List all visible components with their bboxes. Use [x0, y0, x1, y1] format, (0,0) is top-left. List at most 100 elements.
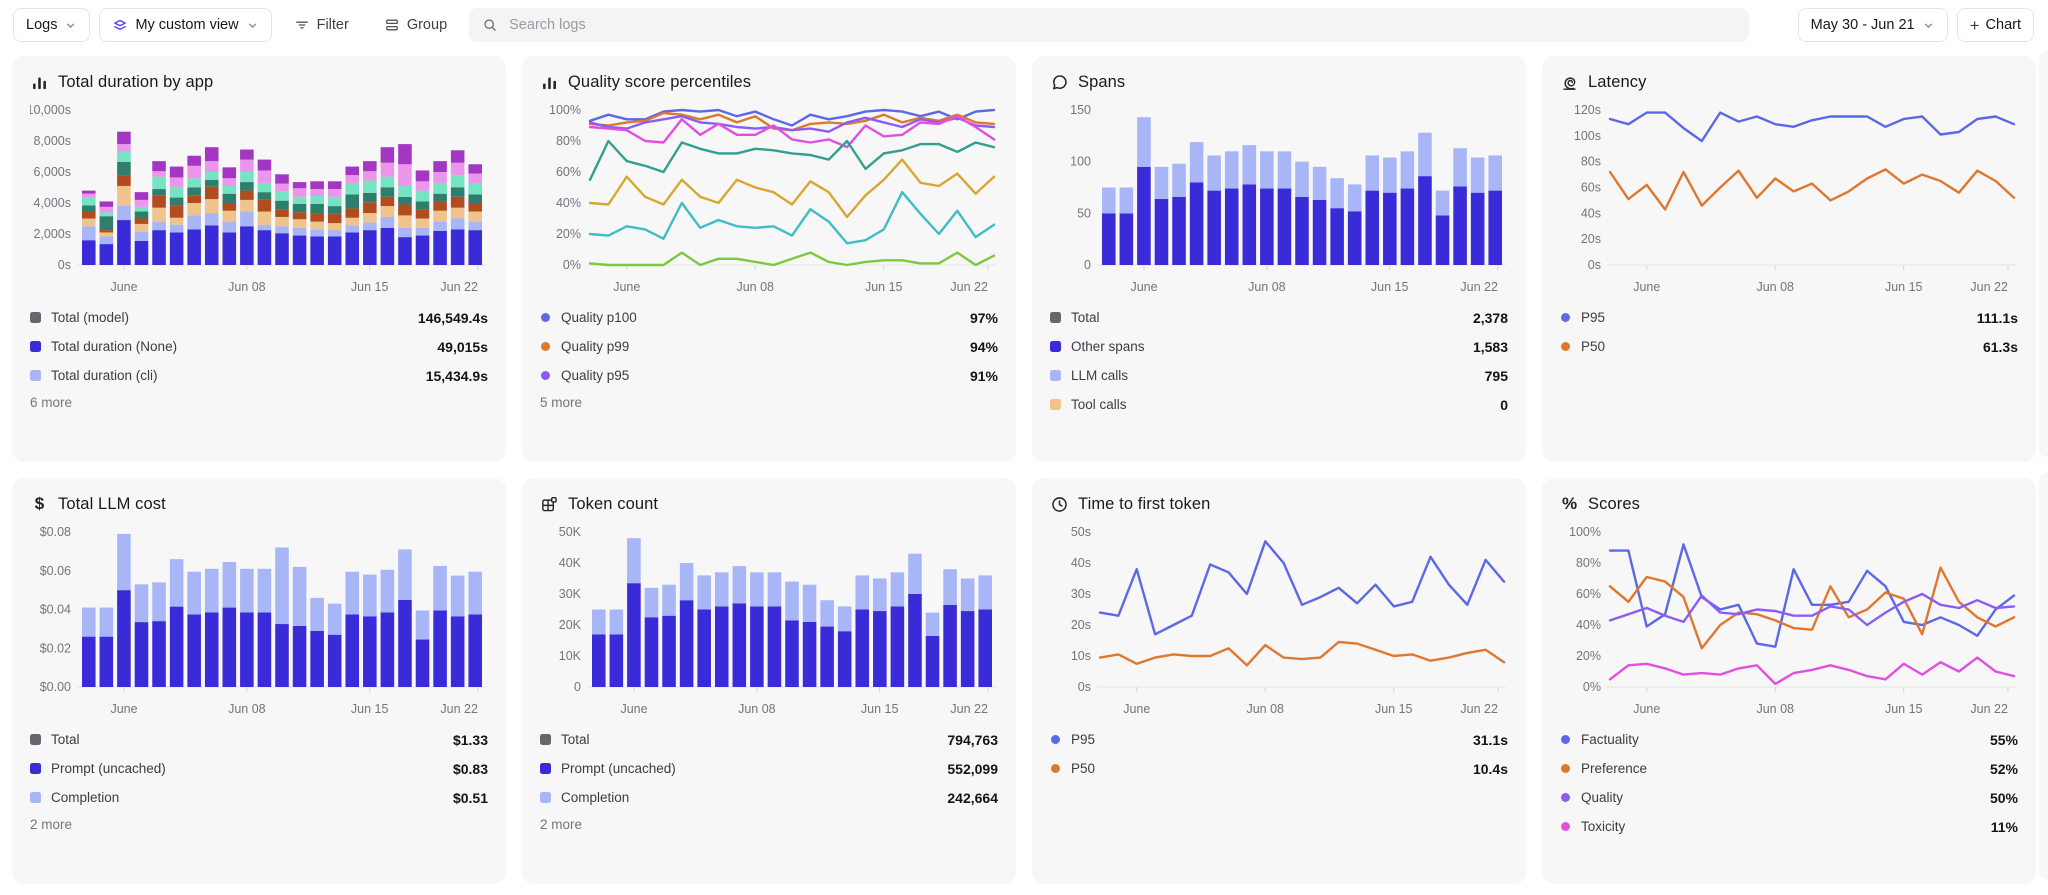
legend-row[interactable]: Total794,763 — [540, 725, 998, 754]
stacked-bar-chart[interactable]: 150100500JuneJun 08Jun 15Jun 22 — [1050, 97, 1508, 297]
legend-label: P50 — [1071, 761, 1463, 776]
legend-row[interactable]: Total duration (None)49,015s — [30, 332, 488, 361]
legend-more[interactable]: 2 more — [540, 812, 998, 836]
bar-segment — [381, 197, 395, 206]
bar-segment — [205, 213, 219, 225]
legend-row[interactable]: Quality50% — [1560, 783, 2018, 812]
line-chart[interactable]: 50s40s30s20s10s0sJuneJun 08Jun 15Jun 22 — [1050, 519, 1508, 719]
bar-segment — [170, 232, 184, 265]
bar-segment — [310, 229, 324, 236]
view-stack-icon — [112, 17, 128, 33]
line-chart[interactable]: 100%80%60%40%20%0%JuneJun 08Jun 15Jun 22 — [1560, 519, 2018, 719]
search-input[interactable] — [507, 16, 1735, 34]
legend-row[interactable]: P5010.4s — [1050, 754, 1508, 783]
bar-segment — [433, 222, 447, 231]
bar-segment — [170, 177, 184, 186]
legend-row[interactable]: Total duration (cli)15,434.9s — [30, 361, 488, 390]
legend-marker — [1561, 313, 1570, 322]
bar-segment — [135, 232, 149, 241]
search-box[interactable] — [469, 8, 1748, 42]
card-title: Spans — [1078, 73, 1125, 92]
legend-row[interactable]: Quality p10097% — [540, 303, 998, 332]
bar-segment — [100, 201, 114, 206]
legend-row[interactable]: Quality p9591% — [540, 361, 998, 390]
bar-segment — [82, 608, 96, 637]
stacked-bar-chart[interactable]: 50K40K30K20K10K0JuneJun 08Jun 15Jun 22 — [540, 519, 998, 719]
bar-segment — [645, 588, 659, 617]
svg-text:Jun 22: Jun 22 — [440, 280, 478, 294]
bar-segment — [768, 606, 782, 687]
bar-segment — [1207, 155, 1221, 190]
legend-row[interactable]: Completion$0.51 — [30, 783, 488, 812]
legend-more[interactable]: 6 more — [30, 390, 488, 414]
legend-row[interactable]: Completion242,664 — [540, 783, 998, 812]
bar-segment — [733, 603, 747, 687]
filter-button[interactable]: Filter — [281, 8, 362, 42]
legend-label: Quality p99 — [561, 339, 960, 354]
line-chart[interactable]: 100%80%60%40%20%0%JuneJun 08Jun 15Jun 22 — [540, 97, 998, 297]
bar-segment — [803, 622, 817, 687]
stacked-bar-chart[interactable]: $0.08$0.06$0.04$0.02$0.00JuneJun 08Jun 1… — [30, 519, 488, 719]
legend-row[interactable]: P5061.3s — [1560, 332, 2018, 361]
legend-more[interactable]: 2 more — [30, 812, 488, 836]
bar-segment — [100, 212, 114, 216]
bar-segment — [187, 229, 201, 265]
data-line — [1610, 594, 2014, 625]
svg-text:Jun 08: Jun 08 — [1756, 702, 1794, 716]
bar-segment — [1295, 162, 1309, 197]
legend-row[interactable]: Preference52% — [1560, 754, 2018, 783]
bar-segment — [433, 566, 447, 611]
legend-row[interactable]: Total$1.33 — [30, 725, 488, 754]
stacked-bar-chart[interactable]: 10,000s8,000s6,000s4,000s2,000s0sJuneJun… — [30, 97, 488, 297]
svg-text:Jun 22: Jun 22 — [1460, 280, 1498, 294]
bar-segment — [223, 194, 237, 203]
legend-row[interactable]: Other spans1,583 — [1050, 332, 1508, 361]
bar-segment — [258, 225, 272, 230]
legend-marker — [1561, 822, 1570, 831]
svg-text:10s: 10s — [1071, 649, 1091, 663]
bar-segment — [1330, 208, 1344, 265]
svg-text:80%: 80% — [1576, 556, 1601, 570]
legend-row[interactable]: P9531.1s — [1050, 725, 1508, 754]
add-chart-button[interactable]: + Chart — [1957, 8, 2034, 42]
bar-segment — [82, 240, 96, 265]
legend-label: Prompt (uncached) — [51, 761, 443, 776]
bar-segment — [610, 610, 624, 635]
legend-row[interactable]: Prompt (uncached) $0.83 — [30, 754, 488, 783]
dollar-icon: $ — [30, 494, 49, 514]
bar-segment — [170, 225, 184, 233]
bar-segment — [398, 228, 412, 237]
bar-segment — [468, 222, 482, 231]
legend-value: 55% — [1990, 732, 2018, 748]
bar-segment — [135, 192, 149, 200]
legend-row[interactable]: P95111.1s — [1560, 303, 2018, 332]
group-button[interactable]: Group — [371, 8, 460, 42]
line-chart[interactable]: 120s100s80s60s40s20s0sJuneJun 08Jun 15Ju… — [1560, 97, 2018, 297]
bar-segment — [398, 205, 412, 216]
legend-row[interactable]: Total (model)146,549.4s — [30, 303, 488, 332]
legend-row[interactable]: Tool calls0 — [1050, 390, 1508, 419]
legend-more[interactable]: 5 more — [540, 390, 998, 414]
logs-dropdown[interactable]: Logs — [13, 8, 90, 42]
bar-segment — [135, 207, 149, 212]
legend-row[interactable]: Toxicity11% — [1560, 812, 2018, 841]
legend-row[interactable]: Total2,378 — [1050, 303, 1508, 332]
bar-segment — [117, 220, 131, 265]
date-range-button[interactable]: May 30 - Jun 21 — [1798, 8, 1948, 42]
legend-row[interactable]: Prompt (uncached)552,099 — [540, 754, 998, 783]
bar-segment — [381, 217, 395, 228]
legend-value: $0.83 — [453, 761, 488, 777]
svg-text:June: June — [613, 280, 640, 294]
bar-segment — [187, 572, 201, 615]
legend-row[interactable]: LLM calls795 — [1050, 361, 1508, 390]
bar-segment — [451, 229, 465, 265]
bar-segment — [451, 150, 465, 162]
legend-row[interactable]: Quality p9994% — [540, 332, 998, 361]
legend-row[interactable]: Factuality55% — [1560, 725, 2018, 754]
custom-view-dropdown[interactable]: My custom view — [99, 8, 271, 42]
bar-segment — [345, 614, 359, 687]
filter-label: Filter — [317, 17, 349, 33]
legend-marker — [1561, 342, 1570, 351]
legend-label: Total duration (None) — [51, 339, 427, 354]
bar-segment — [627, 538, 641, 583]
